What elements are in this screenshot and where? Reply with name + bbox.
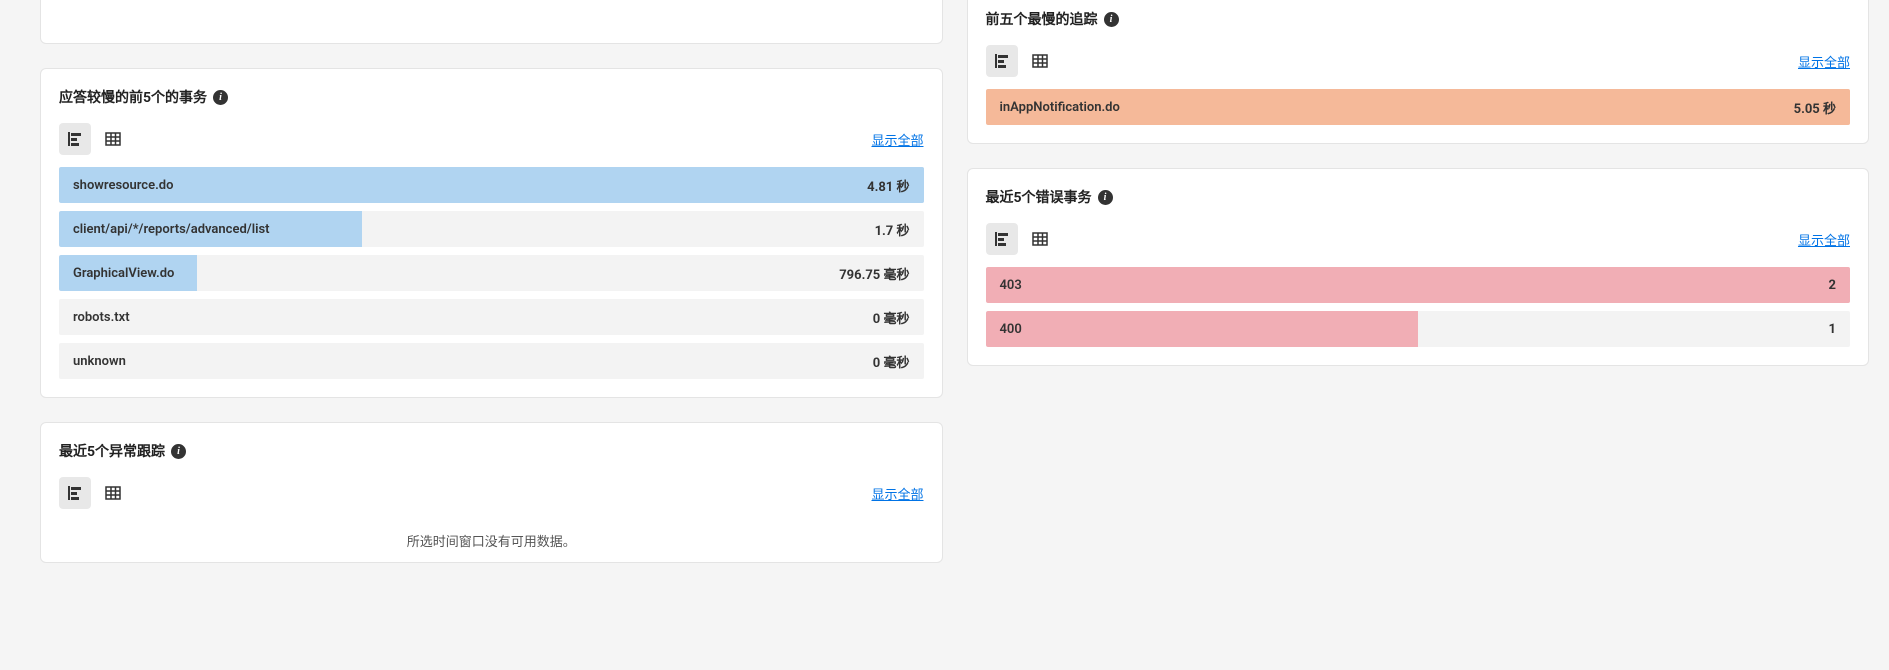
bar-value: 796.75 毫秒 [839,264,923,283]
slow-transactions-card: 应答较慢的前5个的事务 i 显示全部 showresource.do [40,68,943,398]
chart-type-toggle [59,123,129,155]
bar-label: 400 [986,322,1829,337]
info-icon[interactable]: i [213,90,228,105]
card-title: 应答较慢的前5个的事务 [59,87,207,107]
bar-list: showresource.do 4.81 秒 client/api/*/repo… [59,167,924,379]
card-toolbar: 显示全部 [59,123,924,155]
info-icon[interactable]: i [171,444,186,459]
table-icon[interactable] [97,477,129,509]
table-icon[interactable] [1024,45,1056,77]
card-title: 前五个最慢的追踪 [986,9,1098,29]
chart-type-toggle [59,477,129,509]
card-header: 前五个最慢的追踪 i [986,9,1851,29]
show-all-link[interactable]: 显示全部 [871,484,923,503]
card-header: 最近5个异常跟踪 i [59,441,924,461]
slowest-traces-card: 前五个最慢的追踪 i 显示全部 inAppNotification.do [967,0,1870,144]
bar-label: client/api/*/reports/advanced/list [59,222,875,237]
chart-type-toggle [986,45,1056,77]
bar-chart-icon[interactable] [59,477,91,509]
bar-label: unknown [59,354,873,369]
bar-label: showresource.do [59,178,867,193]
bar-row[interactable]: client/api/*/reports/advanced/list 1.7 秒 [59,211,924,247]
bar-list: 403 2 400 1 [986,267,1851,347]
chart-type-toggle [986,223,1056,255]
info-icon[interactable]: i [1104,12,1119,27]
bar-value: 4.81 秒 [867,176,923,195]
card-title: 最近5个错误事务 [986,187,1092,207]
bar-row[interactable]: robots.txt 0 毫秒 [59,299,924,335]
card-toolbar: 显示全部 [986,223,1851,255]
bar-label: 403 [986,278,1829,293]
card-header: 最近5个错误事务 i [986,187,1851,207]
card-toolbar: 显示全部 [986,45,1851,77]
empty-message: 所选时间窗口没有可用数据。 [59,521,924,554]
bar-chart-icon[interactable] [986,45,1018,77]
card-header: 应答较慢的前5个的事务 i [59,87,924,107]
show-all-link[interactable]: 显示全部 [871,130,923,149]
show-all-link[interactable]: 显示全部 [1798,52,1850,71]
table-icon[interactable] [97,123,129,155]
show-all-link[interactable]: 显示全部 [1798,230,1850,249]
bar-value: 1 [1829,322,1850,337]
bar-row[interactable]: unknown 0 毫秒 [59,343,924,379]
bar-list: inAppNotification.do 5.05 秒 [986,89,1851,125]
recent-exception-traces-card: 最近5个异常跟踪 i 显示全部 所选时间窗口没有可用数据。 [40,422,943,563]
bar-row[interactable]: 400 1 [986,311,1851,347]
bar-row[interactable]: inAppNotification.do 5.05 秒 [986,89,1851,125]
bar-row[interactable]: showresource.do 4.81 秒 [59,167,924,203]
table-icon[interactable] [1024,223,1056,255]
bar-value: 0 毫秒 [873,308,924,327]
bar-row[interactable]: GraphicalView.do 796.75 毫秒 [59,255,924,291]
bar-value: 0 毫秒 [873,352,924,371]
bar-label: GraphicalView.do [59,266,839,281]
previous-card-bottom [40,0,943,44]
bar-label: inAppNotification.do [986,100,1794,115]
bar-row[interactable]: 403 2 [986,267,1851,303]
bar-chart-icon[interactable] [59,123,91,155]
card-toolbar: 显示全部 [59,477,924,509]
info-icon[interactable]: i [1098,190,1113,205]
card-title: 最近5个异常跟踪 [59,441,165,461]
bar-value: 5.05 秒 [1794,98,1850,117]
recent-error-transactions-card: 最近5个错误事务 i 显示全部 403 2 [967,168,1870,366]
bar-value: 2 [1829,278,1850,293]
bar-label: robots.txt [59,310,873,325]
bar-chart-icon[interactable] [986,223,1018,255]
bar-value: 1.7 秒 [875,220,924,239]
